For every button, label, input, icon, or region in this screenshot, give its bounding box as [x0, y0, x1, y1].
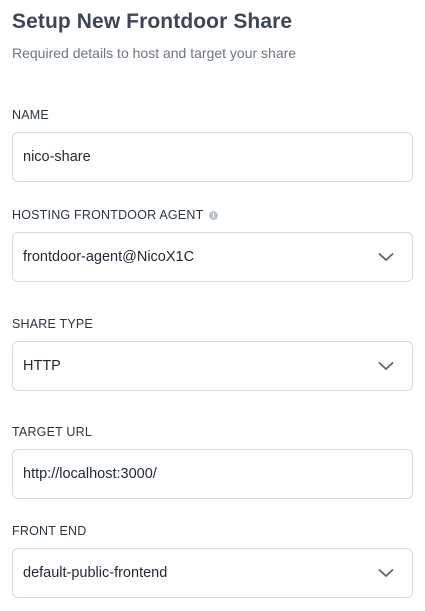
name-label: NAME — [12, 108, 49, 122]
agent-label: HOSTING FRONTDOOR AGENT — [12, 208, 204, 222]
agent-label-row: HOSTING FRONTDOOR AGENT — [12, 207, 413, 223]
target-url-input[interactable]: http://localhost:3000/ — [12, 449, 413, 499]
target-url-field-group: TARGET URL http://localhost:3000/ — [12, 424, 413, 499]
share-type-label: SHARE TYPE — [12, 317, 93, 331]
front-end-select-value: default-public-frontend — [23, 565, 168, 581]
front-end-select[interactable]: default-public-frontend — [12, 548, 413, 598]
name-input[interactable]: nico-share — [12, 132, 413, 182]
front-end-label-row: FRONT END — [12, 523, 413, 539]
share-type-label-row: SHARE TYPE — [12, 316, 413, 332]
agent-field-group: HOSTING FRONTDOOR AGENT frontdoor-agent@… — [12, 207, 413, 282]
share-type-select[interactable]: HTTP — [12, 341, 413, 391]
form-header: Setup New Frontdoor Share Required detai… — [12, 8, 413, 63]
target-url-label: TARGET URL — [12, 425, 93, 439]
page-title: Setup New Frontdoor Share — [12, 10, 293, 33]
name-label-row: NAME — [12, 107, 413, 123]
front-end-field-group: FRONT END default-public-frontend — [12, 523, 413, 598]
target-url-label-row: TARGET URL — [12, 424, 413, 440]
target-url-input-value: http://localhost:3000/ — [23, 466, 157, 482]
agent-select-value: frontdoor-agent@NicoX1C — [23, 249, 195, 265]
share-type-field-group: SHARE TYPE HTTP — [12, 316, 413, 391]
name-input-value: nico-share — [23, 149, 91, 165]
page-subtitle: Required details to host and target your… — [12, 45, 297, 61]
chevron-down-icon[interactable] — [378, 361, 394, 371]
chevron-down-icon[interactable] — [378, 252, 394, 262]
front-end-label: FRONT END — [12, 524, 87, 538]
share-type-select-value: HTTP — [23, 358, 61, 374]
agent-select[interactable]: frontdoor-agent@NicoX1C — [12, 232, 413, 282]
chevron-down-icon[interactable] — [378, 568, 394, 578]
info-icon[interactable] — [209, 210, 219, 220]
name-field-group: NAME nico-share — [12, 107, 413, 182]
